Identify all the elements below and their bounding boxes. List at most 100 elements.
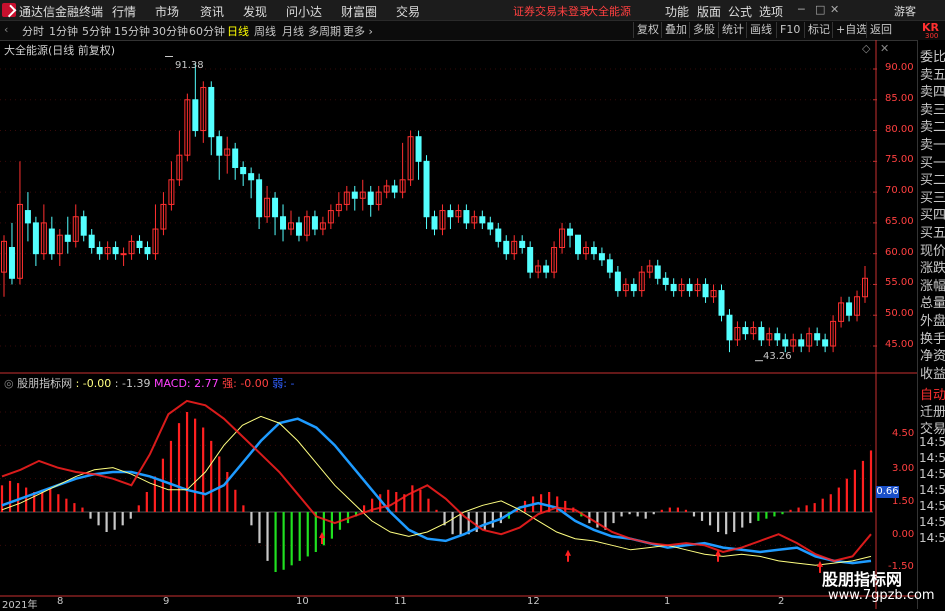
price-tick-label: 90.00 xyxy=(885,62,914,73)
candle-body xyxy=(367,191,374,205)
candle-body xyxy=(742,327,749,335)
candle-body xyxy=(814,333,821,341)
restore-icon[interactable]: □ xyxy=(815,3,825,16)
current-value-badge: 0.66 xyxy=(876,486,899,498)
tab-15min[interactable]: 15分钟 xyxy=(114,23,150,39)
date-tick-label: 8 xyxy=(57,596,64,607)
candle-body xyxy=(614,271,621,292)
menu-ask[interactable]: 问小达 xyxy=(286,3,322,20)
candle-body xyxy=(463,210,470,224)
candle-body xyxy=(431,216,438,230)
indicator-tick-label: 0.00 xyxy=(892,529,915,540)
app-name: 通达信金融终端 xyxy=(19,5,104,19)
menu-market[interactable]: 行情 xyxy=(112,3,136,20)
toolbar-adjust[interactable]: 复权 xyxy=(633,22,659,38)
candle-body xyxy=(351,191,358,199)
date-tick-label: 2 xyxy=(778,596,785,607)
menu-layout[interactable]: 版面 xyxy=(697,3,721,20)
low-label: 43.26 xyxy=(763,351,792,362)
candle-body xyxy=(447,210,454,218)
time-label: 14:56 xyxy=(919,483,945,498)
candle-body xyxy=(415,136,422,162)
current-stock: 大全能源 xyxy=(587,5,631,18)
time-label: 14:56 xyxy=(919,467,945,482)
close-icon[interactable]: ✕ xyxy=(830,3,839,16)
menu-options[interactable]: 选项 xyxy=(759,3,783,20)
menu-news[interactable]: 资讯 xyxy=(200,3,224,20)
candle-body xyxy=(686,283,693,292)
indicator-settings-icon[interactable]: ◎ xyxy=(4,377,14,390)
stock-chart[interactable] xyxy=(0,40,917,609)
minimize-icon[interactable]: ─ xyxy=(798,3,805,16)
candle-body xyxy=(670,283,677,292)
toolbar-f10[interactable]: F10 xyxy=(776,22,800,38)
tab-60min[interactable]: 60分钟 xyxy=(189,23,225,39)
date-tick-label: 9 xyxy=(163,596,170,607)
app-logo-icon xyxy=(2,3,16,17)
candle-body xyxy=(487,222,494,230)
guest-label[interactable]: 游客 xyxy=(894,3,916,19)
candle-body xyxy=(567,228,574,236)
toolbar-return[interactable]: 返回 xyxy=(866,22,892,38)
candle-body xyxy=(590,247,597,255)
toolbar-add-watch[interactable]: +自选 xyxy=(832,22,867,38)
indicator-title: ◎ 股朋指标网 : -0.00 : -1.39 MACD: 2.77 强: -0… xyxy=(4,377,295,390)
menu-discover[interactable]: 发现 xyxy=(243,3,267,20)
candle-body xyxy=(662,277,669,285)
tab-intraday[interactable]: 分时 xyxy=(22,23,44,39)
price-tick-label: 45.00 xyxy=(885,339,914,350)
candle-body xyxy=(24,210,31,224)
quote-label: 净资 xyxy=(920,349,945,365)
price-tick-label: 85.00 xyxy=(885,92,914,104)
tab-monthly[interactable]: 月线 xyxy=(282,23,304,39)
tab-1min[interactable]: 1分钟 xyxy=(49,23,78,39)
quote-label: 卖五 xyxy=(920,67,945,83)
candle-body xyxy=(503,240,510,255)
menu-markets[interactable]: 市场 xyxy=(155,3,179,20)
candle-body xyxy=(782,339,789,347)
strength-line xyxy=(1,399,872,562)
menu-trade[interactable]: 交易 xyxy=(396,3,420,20)
candle-body xyxy=(519,240,526,249)
tab-30min[interactable]: 30分钟 xyxy=(152,23,188,39)
toolbar-mark[interactable]: 标记 xyxy=(804,22,830,38)
quote-label: 买三 xyxy=(920,190,945,206)
candle-body xyxy=(423,160,430,218)
tab-daily[interactable]: 日线 xyxy=(227,23,249,39)
candle-body xyxy=(280,216,287,230)
candle-body xyxy=(543,265,550,273)
menu-function[interactable]: 功能 xyxy=(665,3,689,20)
period-bar: ‹ 分时 1分钟 5分钟 15分钟 30分钟 60分钟 日线 周线 月线 多周期… xyxy=(0,21,945,41)
price-tick-label: 50.00 xyxy=(885,308,914,320)
menu-wealth[interactable]: 财富圈 xyxy=(341,3,377,20)
candle-body xyxy=(718,290,725,316)
toolbar-overlay[interactable]: 叠加 xyxy=(661,22,687,38)
candle-body xyxy=(598,253,605,261)
candle-body xyxy=(774,333,781,341)
candle-body xyxy=(479,216,486,224)
high-label: 91.38 xyxy=(175,60,204,71)
candle-body xyxy=(702,283,709,298)
tab-more[interactable]: 更多 › xyxy=(343,23,373,39)
chart-title: 大全能源(日线 前复权) xyxy=(4,44,116,57)
quote-label: 卖三 xyxy=(920,102,945,118)
date-tick-label: 12 xyxy=(527,596,540,607)
candle-body xyxy=(256,179,263,218)
toolbar-multi-stock[interactable]: 多股 xyxy=(689,22,715,38)
close-chart-icon[interactable]: ✕ xyxy=(880,42,889,55)
tab-weekly[interactable]: 周线 xyxy=(254,23,276,39)
candle-body xyxy=(80,216,87,236)
menu-formula[interactable]: 公式 xyxy=(728,3,752,20)
toolbar-draw[interactable]: 画线 xyxy=(746,22,772,38)
tab-back-icon[interactable]: ‹ xyxy=(4,23,8,36)
quote-label: 卖一 xyxy=(920,138,945,153)
settings-icon[interactable]: ◇ xyxy=(862,42,870,55)
price-tick-label: 60.00 xyxy=(885,246,914,258)
login-status[interactable]: 证券交易未登录 xyxy=(513,3,590,19)
price-tick-label: 55.00 xyxy=(885,277,914,289)
tab-5min[interactable]: 5分钟 xyxy=(82,23,111,39)
quote-label: 卖二 xyxy=(920,120,945,136)
quote-label: 买五 xyxy=(920,226,945,241)
toolbar-stats[interactable]: 统计 xyxy=(718,22,744,38)
tab-multi[interactable]: 多周期 xyxy=(308,23,341,39)
